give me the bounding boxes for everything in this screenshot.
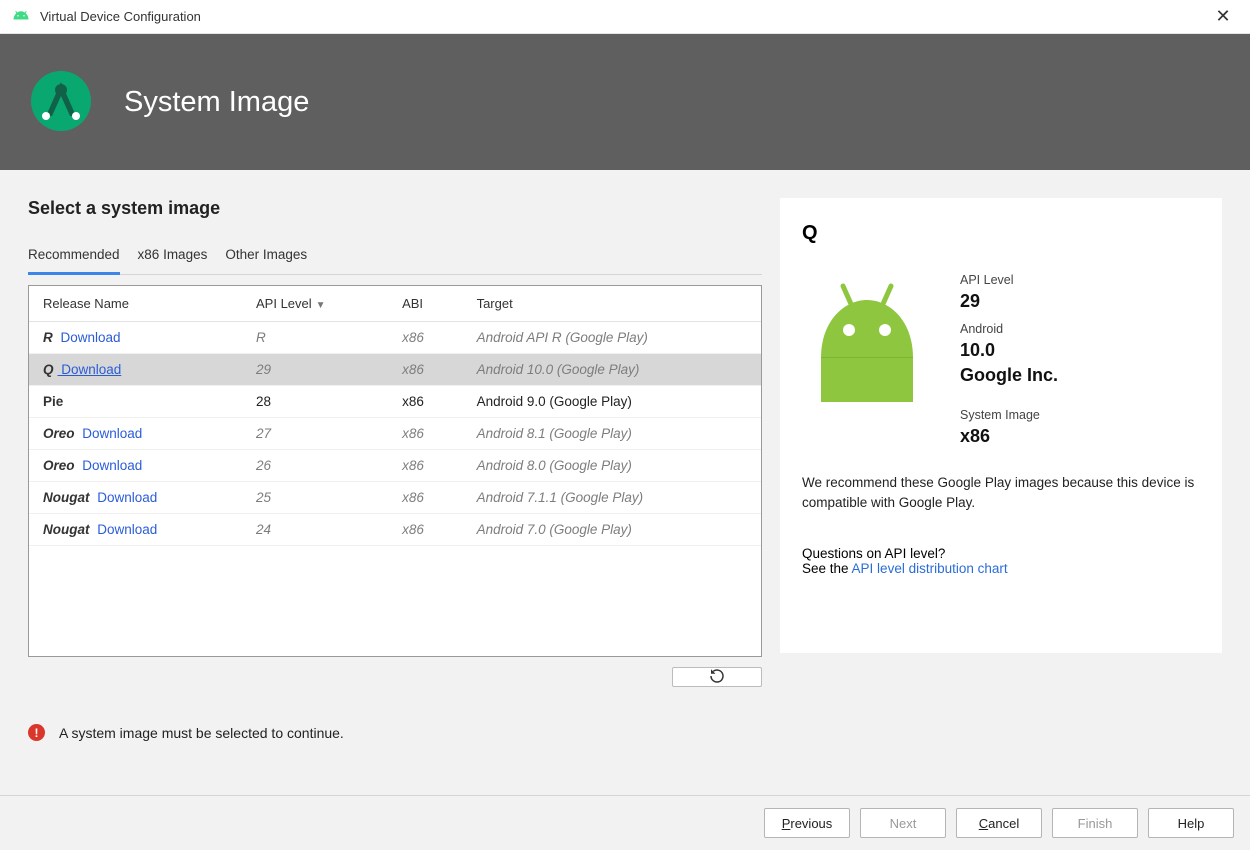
target-cell: Android 7.0 (Google Play) — [463, 514, 761, 546]
api-cell: 28 — [242, 386, 388, 418]
previous-button[interactable]: Previous — [764, 808, 850, 838]
error-text: A system image must be selected to conti… — [59, 725, 344, 741]
window-title: Virtual Device Configuration — [40, 9, 201, 24]
abi-cell: x86 — [388, 354, 463, 386]
release-name: Nougat — [43, 522, 90, 537]
api-level-value: 29 — [960, 291, 1200, 312]
sort-desc-icon: ▼ — [316, 300, 326, 311]
release-name: Oreo — [43, 426, 75, 441]
refresh-button[interactable] — [672, 667, 762, 687]
release-name: Oreo — [43, 458, 75, 473]
target-cell: Android 7.1.1 (Google Play) — [463, 482, 761, 514]
vendor-value: Google Inc. — [960, 365, 1200, 386]
page-title: System Image — [124, 86, 309, 119]
table-row[interactable]: Nougat Download 24x86Android 7.0 (Google … — [29, 514, 761, 546]
target-cell: Android 9.0 (Google Play) — [463, 386, 761, 418]
col-release[interactable]: Release Name — [29, 286, 242, 322]
col-abi[interactable]: ABI — [388, 286, 463, 322]
table-row[interactable]: Oreo Download 26x86Android 8.0 (Google Pl… — [29, 450, 761, 482]
release-name: R — [43, 330, 53, 345]
close-button[interactable]: ✕ — [1208, 2, 1238, 32]
table-row[interactable]: Oreo Download 27x86Android 8.1 (Google Pl… — [29, 418, 761, 450]
image-details-panel: Q API Level 29 Android 10.0 Google Inc. — [780, 198, 1222, 653]
api-cell: 29 — [242, 354, 388, 386]
system-image-table: Release Name API Level▼ ABI Target R Dow… — [28, 285, 762, 657]
abi-cell: x86 — [388, 482, 463, 514]
section-title: Select a system image — [28, 198, 762, 219]
api-distribution-link[interactable]: API level distribution chart — [852, 561, 1008, 576]
col-api[interactable]: API Level▼ — [242, 286, 388, 322]
download-link[interactable]: Download — [79, 458, 143, 473]
table-row[interactable]: R Download Rx86Android API R (Google Play… — [29, 322, 761, 354]
help-button[interactable]: Help — [1148, 808, 1234, 838]
android-version-value: 10.0 — [960, 340, 1200, 361]
recommendation-text: We recommend these Google Play images be… — [802, 473, 1200, 512]
target-cell: Android 8.0 (Google Play) — [463, 450, 761, 482]
download-link[interactable]: Download — [58, 362, 122, 377]
finish-button: Finish — [1052, 808, 1138, 838]
download-link[interactable]: Download — [94, 490, 158, 505]
tab-recommended[interactable]: Recommended — [28, 241, 120, 275]
abi-cell: x86 — [388, 418, 463, 450]
col-target[interactable]: Target — [463, 286, 761, 322]
window-titlebar: Virtual Device Configuration ✕ — [0, 0, 1250, 34]
android-robot-icon — [802, 263, 932, 423]
download-link[interactable]: Download — [79, 426, 143, 441]
download-link[interactable]: Download — [57, 330, 121, 345]
tab-other-images[interactable]: Other Images — [225, 241, 307, 275]
api-level-label: API Level — [960, 273, 1200, 287]
validation-error: ! A system image must be selected to con… — [28, 724, 344, 741]
abi-cell: x86 — [388, 322, 463, 354]
release-name: Q — [43, 362, 54, 377]
wizard-header: System Image — [0, 34, 1250, 170]
detail-title: Q — [802, 222, 1200, 245]
table-row[interactable]: Q Download 29x86Android 10.0 (Google Play… — [29, 354, 761, 386]
wizard-footer: Previous Next Cancel Finish Help — [0, 795, 1250, 850]
release-name: Nougat — [43, 490, 90, 505]
target-cell: Android 8.1 (Google Play) — [463, 418, 761, 450]
system-image-label: System Image — [960, 408, 1200, 422]
next-button: Next — [860, 808, 946, 838]
error-icon: ! — [28, 724, 45, 741]
table-row[interactable]: Nougat Download 25x86Android 7.1.1 (Googl… — [29, 482, 761, 514]
tab-bar: Recommended x86 Images Other Images — [28, 241, 762, 275]
android-studio-icon — [28, 68, 94, 137]
table-row[interactable]: Pie 28x86Android 9.0 (Google Play) — [29, 386, 761, 418]
api-cell: 27 — [242, 418, 388, 450]
system-image-value: x86 — [960, 426, 1200, 447]
cancel-button[interactable]: Cancel — [956, 808, 1042, 838]
see-the-text: See the — [802, 561, 852, 576]
target-cell: Android 10.0 (Google Play) — [463, 354, 761, 386]
abi-cell: x86 — [388, 514, 463, 546]
refresh-icon — [708, 667, 726, 687]
target-cell: Android API R (Google Play) — [463, 322, 761, 354]
api-cell: R — [242, 322, 388, 354]
release-name: Pie — [43, 394, 63, 409]
api-cell: 26 — [242, 450, 388, 482]
api-cell: 25 — [242, 482, 388, 514]
abi-cell: x86 — [388, 386, 463, 418]
android-head-icon — [12, 8, 30, 25]
abi-cell: x86 — [388, 450, 463, 482]
android-label: Android — [960, 322, 1200, 336]
api-question-text: Questions on API level? — [802, 546, 1200, 561]
tab-x86-images[interactable]: x86 Images — [138, 241, 208, 275]
download-link[interactable]: Download — [94, 522, 158, 537]
api-cell: 24 — [242, 514, 388, 546]
